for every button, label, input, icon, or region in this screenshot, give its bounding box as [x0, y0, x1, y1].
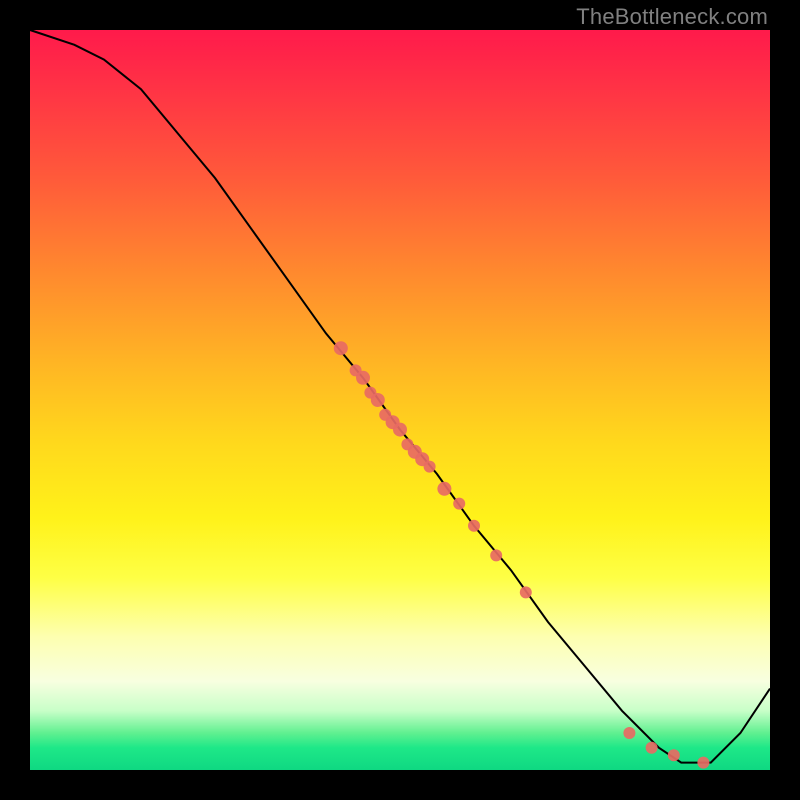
data-point	[490, 549, 502, 561]
data-point	[668, 749, 680, 761]
bottleneck-curve	[30, 30, 770, 763]
data-point	[424, 461, 436, 473]
data-point	[453, 498, 465, 510]
data-point	[646, 742, 658, 754]
data-point	[371, 393, 385, 407]
data-point	[468, 520, 480, 532]
data-point	[356, 371, 370, 385]
data-point	[437, 482, 451, 496]
data-point	[697, 757, 709, 769]
data-point	[520, 586, 532, 598]
data-point	[393, 423, 407, 437]
chart-frame: TheBottleneck.com	[0, 0, 800, 800]
data-points	[334, 341, 710, 768]
data-point	[334, 341, 348, 355]
chart-overlay	[30, 30, 770, 770]
curve-path	[30, 30, 770, 763]
attribution-label: TheBottleneck.com	[576, 4, 768, 30]
data-point	[623, 727, 635, 739]
